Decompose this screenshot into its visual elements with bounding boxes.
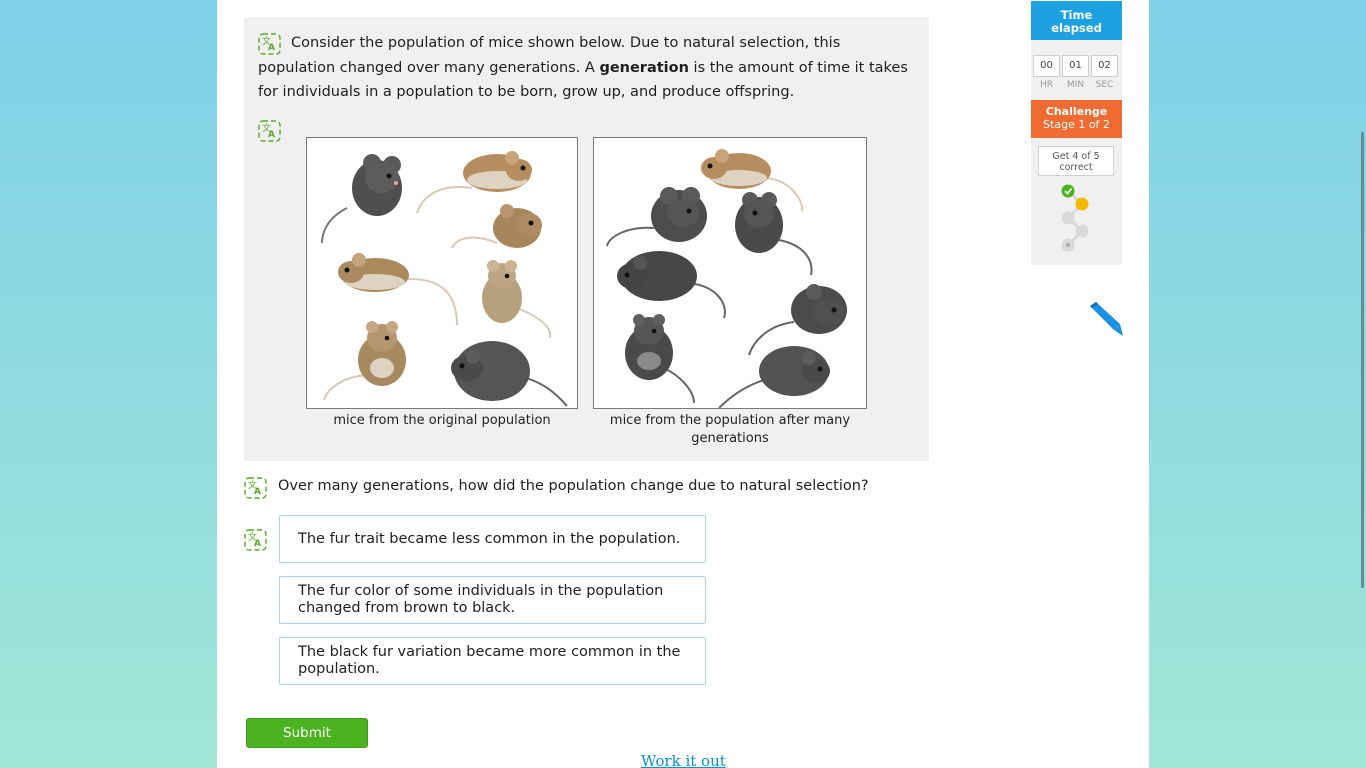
right-caption-line-2: generations xyxy=(691,431,769,446)
right-caption-line-1: mice from the population after many xyxy=(609,413,851,428)
passage-line-3: for individuals in a population to be bo… xyxy=(258,84,795,100)
passage-text: Consider the population of mice shown be… xyxy=(258,31,918,105)
progress-path xyxy=(1061,184,1089,252)
work-it-out-link[interactable]: Work it out xyxy=(641,752,726,768)
pencil-icon[interactable] xyxy=(1086,302,1124,338)
challenge-goal: Get 4 of 5 correct xyxy=(1038,146,1114,176)
answer-choice-3[interactable]: The black fur variation became more comm… xyxy=(279,637,706,685)
timer-hours-label: HR xyxy=(1039,80,1054,90)
svg-text:A: A xyxy=(268,130,275,140)
answer-choice-1[interactable]: The fur trait became less common in the … xyxy=(279,515,706,563)
goal-line-1: Get 4 of 5 xyxy=(1052,151,1100,162)
timer-minutes: 01 xyxy=(1062,55,1089,77)
mouse-brown xyxy=(451,204,542,249)
submit-button[interactable]: Submit xyxy=(246,718,368,748)
svg-text:A: A xyxy=(254,539,261,549)
time-heading-line-1: Time xyxy=(1060,8,1093,22)
later-mice-illustration xyxy=(606,149,847,408)
practice-page: 文A Consider the population of mice shown… xyxy=(217,0,1149,768)
mouse-black xyxy=(606,187,707,247)
mouse-black xyxy=(617,251,726,319)
answer-choice-2[interactable]: The fur color of some individuals in the… xyxy=(279,576,706,624)
pending-question-dot xyxy=(1075,224,1089,238)
passage-line-1: Consider the population of mice shown be… xyxy=(291,35,841,51)
choice-text: The black fur variation became more comm… xyxy=(298,644,681,677)
timer-seconds-label: SEC xyxy=(1095,80,1114,90)
timer-minutes-label: MIN xyxy=(1066,80,1085,90)
translate-icon[interactable]: 文A xyxy=(258,120,281,142)
later-population-image xyxy=(593,137,867,409)
passage-line-2a: population changed over many generations… xyxy=(258,59,600,76)
time-heading-line-2: elapsed xyxy=(1051,21,1102,35)
svg-text:A: A xyxy=(254,487,261,497)
pending-question-dot xyxy=(1061,211,1075,225)
goal-line-2: correct xyxy=(1059,162,1093,173)
mouse-black xyxy=(625,314,695,404)
mouse-brown xyxy=(323,321,406,401)
later-population-caption: mice from the population after many gene… xyxy=(593,412,867,448)
mouse-brown xyxy=(338,253,458,326)
progress-panel: Time elapsed 00 01 02 HR MIN SEC Challen… xyxy=(1031,1,1122,265)
question-text: Over many generations, how did the popul… xyxy=(278,478,869,494)
translate-icon[interactable]: 文A xyxy=(244,477,267,499)
timer-seconds: 02 xyxy=(1091,55,1118,77)
challenge-title: Challenge xyxy=(1045,105,1108,118)
mouse-brown xyxy=(416,151,532,214)
mouse-black xyxy=(321,154,402,244)
challenge-banner: Challenge Stage 1 of 2 xyxy=(1031,100,1122,138)
original-population-caption: mice from the original population xyxy=(306,412,578,430)
choice-text: The fur color of some individuals in the… xyxy=(298,583,664,616)
passage-line-2b: is the amount of time it takes xyxy=(688,59,908,76)
check-icon xyxy=(1061,184,1075,198)
choice-text: The fur trait became less common in the … xyxy=(298,530,681,547)
time-elapsed-heading: Time elapsed xyxy=(1031,1,1122,40)
mouse-black xyxy=(451,341,568,407)
passage-panel: 文A Consider the population of mice shown… xyxy=(244,17,929,461)
generation-term: generation xyxy=(599,59,689,76)
challenge-stage: Stage 1 of 2 xyxy=(1043,118,1110,131)
mouse-black xyxy=(735,192,813,276)
left-caption-text: mice from the original population xyxy=(333,413,551,428)
original-mice-illustration xyxy=(321,151,568,407)
mouse-black xyxy=(748,284,847,356)
timer-hours: 00 xyxy=(1033,55,1060,77)
mouse-black xyxy=(718,346,830,408)
current-question-dot xyxy=(1075,197,1089,211)
original-population-image xyxy=(306,137,578,409)
scrollbar[interactable] xyxy=(1361,132,1364,588)
translate-icon[interactable]: 文A xyxy=(244,529,267,551)
mouse-brown xyxy=(482,260,552,339)
